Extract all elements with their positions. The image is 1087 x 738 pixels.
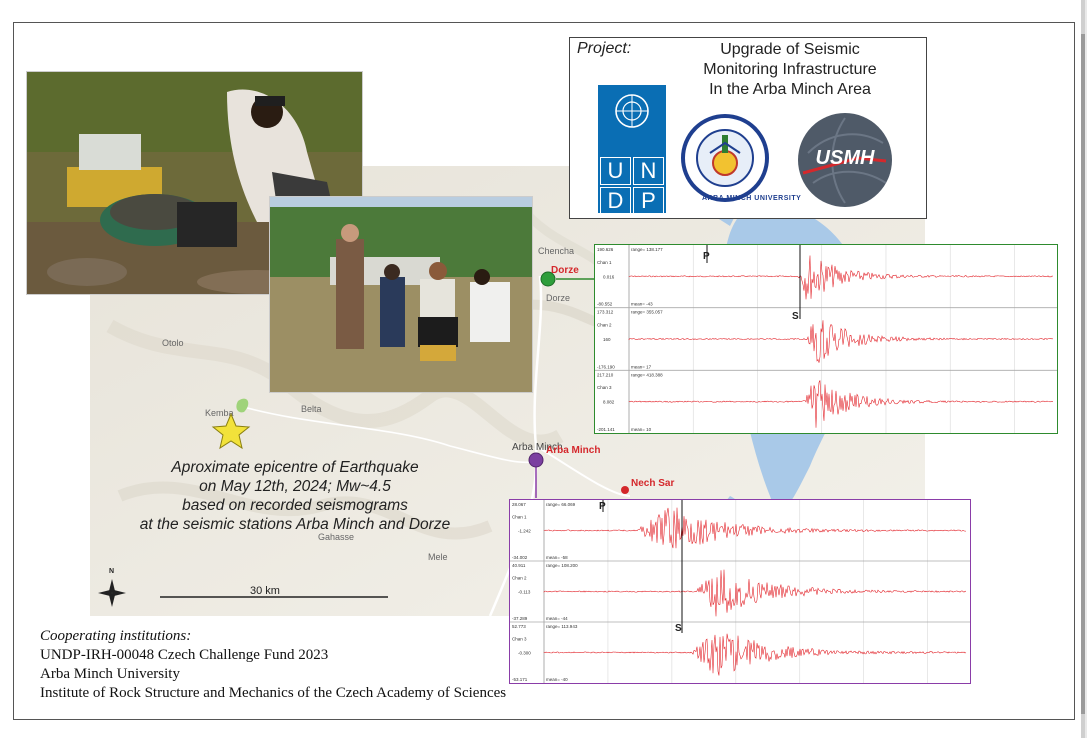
undp-letter: U [600, 157, 631, 185]
caption-line: based on recorded seismograms [182, 497, 408, 514]
undp-letter: N [633, 157, 664, 185]
channel-label: -80.552 [597, 302, 613, 307]
undp-letter: D [600, 187, 631, 215]
channel-label: -0.113 [518, 590, 531, 595]
channel-label: mean= 10 [631, 427, 652, 432]
channel-label: mean= -58 [546, 555, 568, 560]
cooperating-line: UNDP-IRH-00048 Czech Challenge Fund 2023 [40, 647, 329, 663]
project-box: Project: Upgrade of Seismic Monitoring I… [569, 37, 927, 219]
channel-label: range= 108.200 [546, 563, 578, 568]
channel-label: mean= -40 [546, 677, 568, 682]
seismogram-panel-arba-minch: 28.067 range= 66.069 Chan 1 -1.242 -34.002 me… [509, 499, 971, 684]
channel-label: -176.190 [597, 364, 615, 369]
university-seal-text: ARBA MINCH UNIVERSITY [702, 195, 802, 202]
project-title-line: Upgrade of Seismic [720, 41, 860, 58]
channel-label: Chan 1 [512, 514, 527, 519]
north-label: N [109, 568, 115, 575]
channel-label: range= 355.057 [631, 310, 663, 315]
channel-label: -1.242 [518, 529, 531, 534]
channel-label: mean= 17 [631, 364, 652, 369]
channel-label: Chan 3 [597, 385, 612, 390]
arba-minch-station-marker [528, 452, 544, 468]
field-photo-team [269, 196, 533, 393]
epicentre-star-icon [211, 412, 251, 450]
seismogram-traces-arba-minch: 28.067 range= 66.069 Chan 1 -1.242 -34.002 me… [510, 500, 970, 683]
nech-sar-marker [621, 486, 629, 494]
channel-label: Chan 2 [597, 322, 612, 327]
un-emblem-icon [615, 94, 649, 128]
seismogram-traces-dorze: 190.626 range= 138.177 Chan 1 0.016 -80.552 m… [595, 245, 1057, 433]
seismogram-panel-dorze: 190.626 range= 138.177 Chan 1 0.016 -80.552 m… [594, 244, 1058, 434]
north-arrow-icon [98, 579, 126, 607]
channel-label: 160 [603, 337, 611, 342]
project-title-line: Monitoring Infrastructure [703, 61, 877, 78]
cooperating-institutions: Cooperating institutions: UNDP-IRH-00048… [40, 627, 506, 703]
scrollbar[interactable] [1081, 0, 1085, 738]
project-label: Project: [577, 40, 632, 57]
scale-label: 30 km [250, 585, 280, 597]
epicentre-caption: Aproximate epicentre of Earthquake on Ma… [95, 458, 495, 534]
caption-line: Aproximate epicentre of Earthquake [171, 459, 419, 476]
usmh-logo-text: USMH [815, 147, 875, 169]
phase-s-label: S [675, 623, 682, 634]
dorze-station-marker [540, 271, 556, 287]
channel-label: range= 138.177 [631, 247, 663, 252]
channel-label: Chan 3 [512, 636, 527, 641]
phase-p-label: P [703, 251, 710, 262]
phase-s-label: S [792, 311, 799, 322]
cooperating-line: Institute of Rock Structure and Mechanic… [40, 685, 507, 701]
scrollbar-thumb[interactable] [1081, 34, 1085, 714]
channel-label: mean= -44 [546, 616, 568, 621]
channel-label: 52.773 [512, 624, 526, 629]
channel-label: 190.626 [597, 247, 614, 252]
channel-label: 8.082 [603, 400, 615, 405]
channel-label: -201.141 [597, 427, 615, 432]
project-title-line: In the Arba Minch Area [709, 81, 871, 98]
channel-label: -34.002 [512, 555, 528, 560]
channel-label: mean= -43 [631, 302, 653, 307]
caption-line: on May 12th, 2024; Mw~4.5 [199, 478, 391, 495]
arba-minch-university-seal-icon [681, 114, 769, 202]
project-title: Upgrade of Seismic Monitoring Infrastruc… [670, 40, 910, 100]
phase-p-label: P [599, 501, 606, 512]
cooperating-heading: Cooperating institutions: [40, 628, 192, 644]
channel-label: -37.289 [512, 616, 528, 621]
channel-label: Chan 1 [597, 260, 612, 265]
channel-label: -0.300 [518, 651, 531, 656]
undp-letter: P [633, 187, 664, 215]
channel-label: 28.067 [512, 502, 526, 507]
usmh-logo: USMH [798, 113, 892, 207]
channel-label: range= 418.388 [631, 372, 663, 377]
document-page: Chencha Dorze Otolo Kemba Belta Arba Min… [0, 0, 1085, 738]
undp-logo: U N D P [598, 85, 666, 215]
channel-label: 0.016 [603, 274, 615, 279]
channel-label: range= 66.069 [546, 502, 576, 507]
cooperating-line: Arba Minch University [40, 666, 180, 682]
channel-label: 217.210 [597, 372, 614, 377]
channel-label: 173.312 [597, 310, 614, 315]
channel-label: range= 113.943 [546, 624, 578, 629]
channel-label: 40.911 [512, 563, 526, 568]
caption-line: at the seismic stations Arba Minch and D… [139, 516, 451, 533]
channel-label: -53.171 [512, 677, 528, 682]
channel-label: Chan 2 [512, 575, 527, 580]
